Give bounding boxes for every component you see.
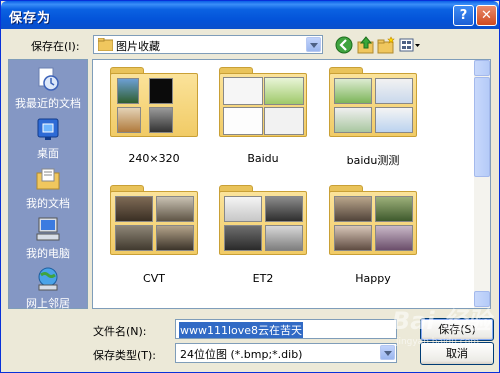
- thumbnail: [117, 107, 141, 133]
- up-folder-icon[interactable]: [357, 36, 375, 54]
- close-button[interactable]: ✕: [476, 5, 497, 26]
- place-label: 我最近的文档: [15, 97, 81, 110]
- thumbnail: [264, 77, 304, 105]
- file-list[interactable]: 240×320 Baidu baidu测测 CVT ET2 Happy: [92, 59, 491, 309]
- title-bar[interactable]: 保存为 ? ✕: [1, 1, 499, 29]
- folder-name: baidu测测: [346, 154, 400, 167]
- folder-name: ET2: [252, 272, 274, 285]
- thumbnail: [375, 107, 413, 133]
- filename-value: www111love8云在苦天: [179, 322, 304, 338]
- chevron-down-icon[interactable]: [380, 345, 395, 360]
- save-in-value: 图片收藏: [116, 40, 160, 53]
- thumbnail: [223, 77, 263, 105]
- folder-item[interactable]: [110, 185, 198, 255]
- folder-item[interactable]: [110, 67, 198, 137]
- thumbnail: [156, 196, 194, 222]
- place-label: 网上邻居: [26, 297, 70, 310]
- place-recent[interactable]: 我最近的文档: [9, 64, 87, 114]
- thumbnail: [375, 78, 413, 104]
- save-as-dialog: 保存为 ? ✕ 保存在(I): 图片收藏 我最近的文档 桌面 我的文档 我的电脑…: [0, 0, 500, 373]
- place-my-documents[interactable]: 我的文档: [9, 164, 87, 214]
- thumbnail: [334, 196, 372, 222]
- thumbnail: [375, 196, 413, 222]
- filename-input[interactable]: www111love8云在苦天: [175, 319, 397, 339]
- recent-documents-icon: [38, 67, 59, 91]
- scroll-up-button[interactable]: [474, 60, 490, 76]
- filetype-label: 保存类型(T):: [93, 349, 157, 362]
- place-desktop[interactable]: 桌面: [9, 114, 87, 164]
- thumbnail: [117, 78, 139, 104]
- save-button[interactable]: 保存(S): [420, 318, 494, 341]
- new-folder-icon[interactable]: [377, 36, 395, 54]
- thumbnail: [224, 225, 262, 251]
- place-label: 我的文档: [26, 197, 70, 210]
- place-network[interactable]: 网上邻居: [9, 264, 87, 314]
- filename-label: 文件名(N):: [93, 325, 147, 338]
- thumbnail: [264, 107, 304, 135]
- folder-icon: [329, 191, 417, 255]
- folder-icon: [98, 38, 113, 51]
- place-label: 桌面: [37, 147, 59, 160]
- scroll-down-button[interactable]: [474, 291, 490, 307]
- thumbnail: [156, 225, 194, 251]
- filetype-dropdown[interactable]: 24位位图 (*.bmp;*.dib): [175, 343, 397, 363]
- chevron-down-icon[interactable]: [306, 37, 321, 52]
- help-button[interactable]: ?: [453, 5, 474, 26]
- places-bar: 我最近的文档 桌面 我的文档 我的电脑 网上邻居: [8, 59, 88, 310]
- folder-item[interactable]: [329, 67, 417, 137]
- window-title: 保存为: [9, 11, 52, 26]
- folder-icon: [110, 73, 198, 137]
- thumbnail: [265, 225, 303, 251]
- folder-icon: [329, 73, 417, 137]
- folder-icon: [219, 73, 307, 137]
- view-menu-icon[interactable]: [399, 36, 421, 54]
- folder-name: Baidu: [247, 152, 279, 165]
- scroll-thumb[interactable]: [474, 77, 490, 177]
- folder-icon: [219, 191, 307, 255]
- thumbnail: [149, 78, 173, 104]
- folder-name: Happy: [355, 272, 391, 285]
- folder-item[interactable]: [329, 185, 417, 255]
- network-places-icon: [38, 267, 58, 291]
- place-my-computer[interactable]: 我的电脑: [9, 214, 87, 264]
- thumbnail: [115, 225, 153, 251]
- thumbnail: [334, 107, 372, 133]
- thumbnail: [334, 225, 372, 251]
- my-computer-icon: [36, 217, 60, 241]
- filetype-value: 24位位图 (*.bmp;*.dib): [180, 348, 303, 361]
- thumbnail: [115, 196, 153, 222]
- thumbnail: [334, 78, 372, 104]
- folder-item[interactable]: [219, 185, 307, 255]
- folder-icon: [110, 191, 198, 255]
- folder-name: 240×320: [128, 152, 180, 165]
- save-in-label: 保存在(I):: [31, 40, 80, 53]
- back-icon[interactable]: [335, 36, 353, 54]
- thumbnail: [265, 196, 303, 222]
- thumbnail: [149, 107, 173, 133]
- thumbnail: [224, 196, 262, 222]
- vertical-scrollbar[interactable]: [474, 60, 490, 308]
- my-documents-icon: [36, 168, 60, 190]
- folder-item[interactable]: [219, 67, 307, 137]
- cancel-button[interactable]: 取消: [420, 342, 494, 365]
- save-in-dropdown[interactable]: 图片收藏: [93, 35, 323, 54]
- desktop-icon: [37, 118, 59, 140]
- folder-name: CVT: [143, 272, 165, 285]
- thumbnail: [375, 225, 413, 251]
- place-label: 我的电脑: [26, 247, 70, 260]
- thumbnail: [223, 107, 263, 135]
